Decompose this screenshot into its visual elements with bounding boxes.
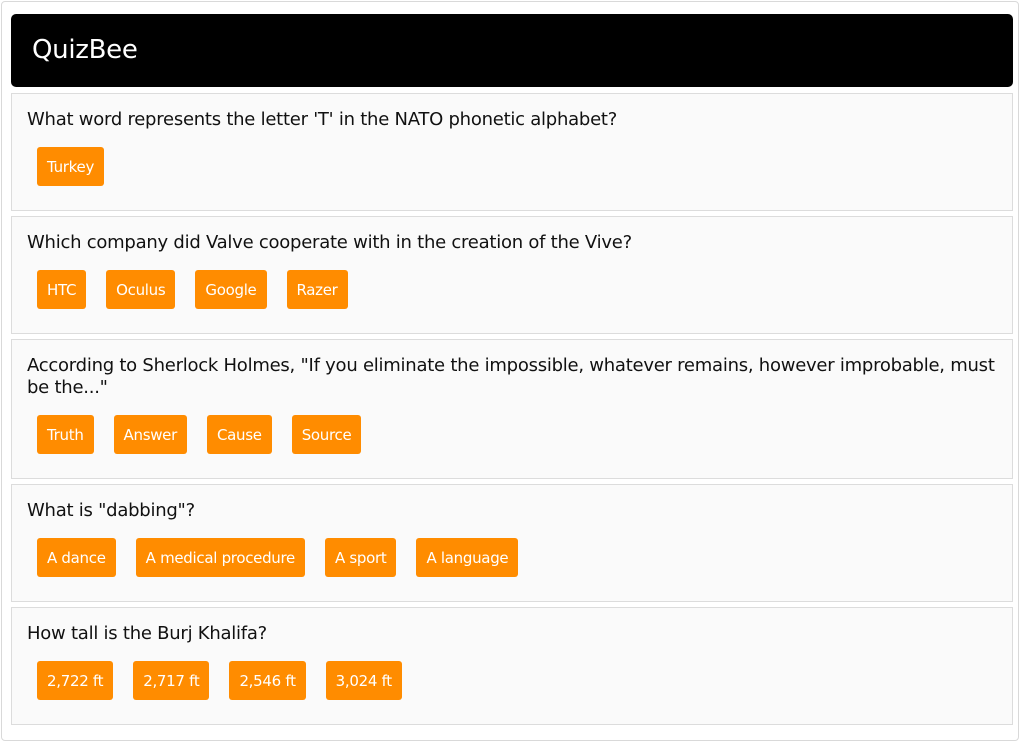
question-card-3: According to Sherlock Holmes, "If you el… xyxy=(11,339,1013,479)
answer-list-2: HTC Oculus Google Razer xyxy=(37,270,348,309)
answer-htc-button[interactable]: HTC xyxy=(37,270,87,309)
answer-source-button[interactable]: Source xyxy=(291,415,362,454)
answer-google-button[interactable]: Google xyxy=(195,270,267,309)
question-card-2: Which company did Valve cooperate with i… xyxy=(11,216,1013,334)
answer-list-4: A dance A medical procedure A sport A la… xyxy=(37,538,519,577)
app-header: QuizBee xyxy=(11,14,1013,87)
answer-truth-button[interactable]: Truth xyxy=(37,415,94,454)
answer-oculus-button[interactable]: Oculus xyxy=(106,270,176,309)
answer-3024-ft-button[interactable]: 3,024 ft xyxy=(325,661,402,700)
question-text-5: How tall is the Burj Khalifa? xyxy=(27,623,267,644)
answer-list-5: 2,722 ft 2,717 ft 2,546 ft 3,024 ft xyxy=(37,661,402,700)
answer-razer-button[interactable]: Razer xyxy=(286,270,348,309)
answer-list-1: Turkey xyxy=(37,147,105,186)
question-card-4: What is "dabbing"? A dance A medical pro… xyxy=(11,484,1013,602)
answer-medical-procedure-button[interactable]: A medical procedure xyxy=(135,538,305,577)
answer-turkey-button[interactable]: Turkey xyxy=(37,147,105,186)
answer-cause-button[interactable]: Cause xyxy=(206,415,272,454)
answer-list-3: Truth Answer Cause Source xyxy=(37,415,362,454)
question-text-2: Which company did Valve cooperate with i… xyxy=(27,232,632,253)
answer-sport-button[interactable]: A sport xyxy=(324,538,397,577)
answer-2717-ft-button[interactable]: 2,717 ft xyxy=(133,661,210,700)
app-frame: QuizBee What word represents the letter … xyxy=(1,1,1019,741)
answer-answer-button[interactable]: Answer xyxy=(113,415,187,454)
question-card-1: What word represents the letter 'T' in t… xyxy=(11,93,1013,211)
question-text-3: According to Sherlock Holmes, "If you el… xyxy=(27,355,995,398)
answer-2546-ft-button[interactable]: 2,546 ft xyxy=(229,661,306,700)
answer-language-button[interactable]: A language xyxy=(416,538,519,577)
answer-2722-ft-button[interactable]: 2,722 ft xyxy=(37,661,114,700)
question-card-5: How tall is the Burj Khalifa? 2,722 ft 2… xyxy=(11,607,1013,725)
question-text-1: What word represents the letter 'T' in t… xyxy=(27,109,618,130)
question-text-4: What is "dabbing"? xyxy=(27,500,195,521)
app-title: QuizBee xyxy=(32,35,138,65)
answer-dance-button[interactable]: A dance xyxy=(37,538,116,577)
